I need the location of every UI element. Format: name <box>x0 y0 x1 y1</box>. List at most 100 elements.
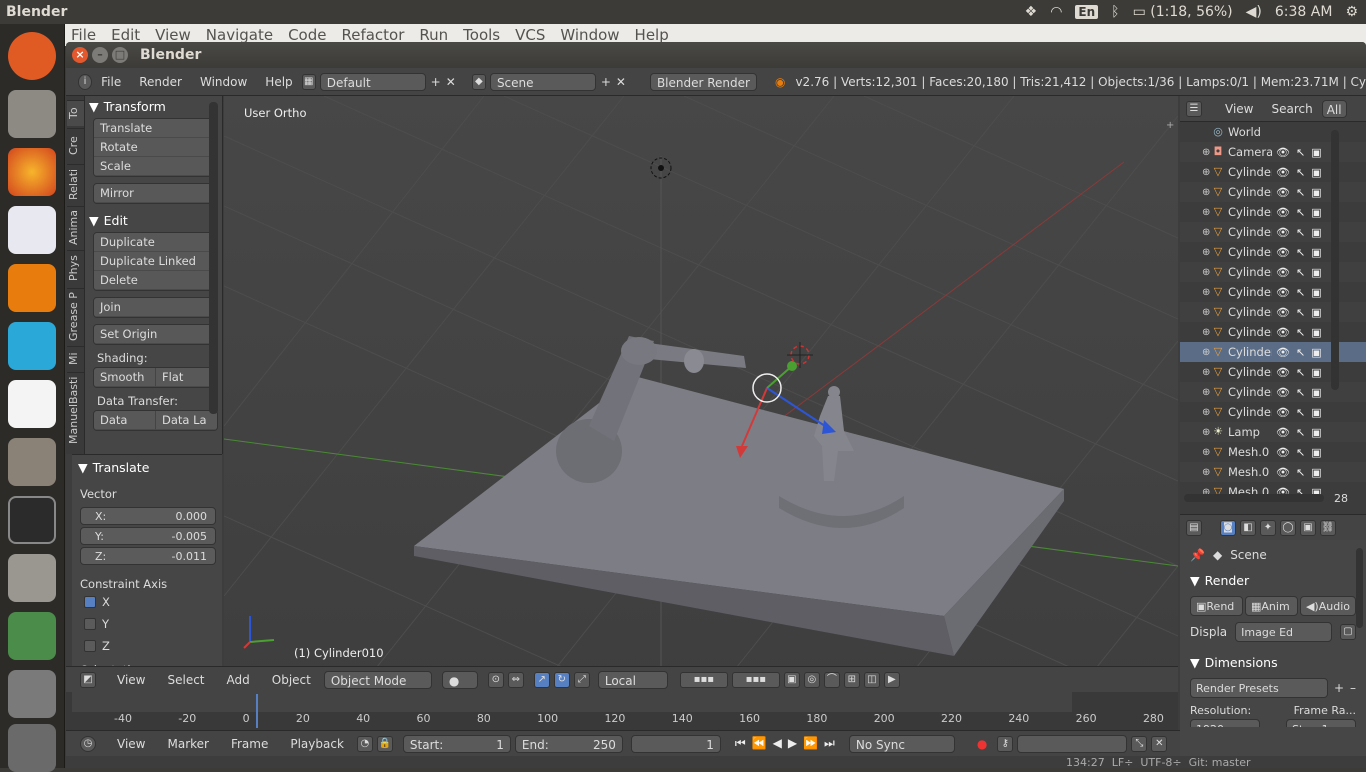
dropbox-icon[interactable]: ❖ <box>1025 4 1038 20</box>
terminal-icon[interactable] <box>8 496 56 544</box>
data-button[interactable]: Data <box>94 411 155 430</box>
lock-interface-icon[interactable]: ▢ <box>1340 624 1356 640</box>
outliner-h-scrollbar[interactable] <box>1184 494 1324 502</box>
remove-preset-icon[interactable]: – <box>1350 681 1356 695</box>
expand-icon[interactable]: ⊕ <box>1202 207 1210 218</box>
tl-menu-view[interactable]: View <box>108 737 154 751</box>
selectability-arrow-icon[interactable]: ↖ <box>1296 286 1305 299</box>
visibility-eye-icon[interactable]: 👁 <box>1276 426 1290 439</box>
files-2-icon[interactable] <box>8 554 56 602</box>
constraint-z-checkbox[interactable]: Z <box>72 635 222 657</box>
visibility-eye-icon[interactable]: 👁 <box>1276 286 1290 299</box>
renderability-camera-icon[interactable]: ▣ <box>1311 346 1321 359</box>
toolshelf-scrollbar[interactable] <box>209 102 218 414</box>
selectability-arrow-icon[interactable]: ↖ <box>1296 246 1305 259</box>
visibility-eye-icon[interactable]: 👁 <box>1276 266 1290 279</box>
vp-menu-select[interactable]: Select <box>158 673 213 687</box>
3d-viewport[interactable]: User Ortho (1) Cylinder010 + <box>224 96 1178 708</box>
vp-menu-view[interactable]: View <box>108 673 154 687</box>
selectability-arrow-icon[interactable]: ↖ <box>1296 306 1305 319</box>
world-tab-icon[interactable]: ◯ <box>1280 519 1296 536</box>
timeline-scrollbar[interactable] <box>72 692 1072 712</box>
slack-icon[interactable] <box>8 380 56 428</box>
snap-element-icon[interactable]: ⊞ <box>843 671 860 688</box>
expand-icon[interactable]: ⊕ <box>1202 227 1210 238</box>
renderability-camera-icon[interactable]: ▣ <box>1311 146 1321 159</box>
vp-menu-object[interactable]: Object <box>263 673 320 687</box>
rotate-manipulator-icon[interactable]: ↻ <box>553 671 570 688</box>
screen-layout-icon[interactable]: ▦ <box>301 73 316 90</box>
renderability-camera-icon[interactable]: ▣ <box>1311 386 1321 399</box>
selectability-arrow-icon[interactable]: ↖ <box>1296 166 1305 179</box>
expand-icon[interactable]: ⊕ <box>1202 427 1210 438</box>
expand-icon[interactable]: ⊕ <box>1202 267 1210 278</box>
add-scene-icon[interactable]: + <box>601 75 611 89</box>
renderability-camera-icon[interactable]: ▣ <box>1311 406 1321 419</box>
tab-misc[interactable]: Mi <box>67 346 84 370</box>
render-image-button[interactable]: ▣ Rend <box>1190 596 1243 616</box>
remove-scene-icon[interactable]: ✕ <box>616 75 626 89</box>
preview-range-icon[interactable]: ◔ <box>356 735 373 752</box>
tl-menu-frame[interactable]: Frame <box>222 737 277 751</box>
outliner-row[interactable]: ⊕ ▽ Mesh.0 👁 ↖ ▣ <box>1180 442 1366 462</box>
gimp-icon[interactable] <box>8 438 56 486</box>
expand-icon[interactable]: ⊕ <box>1202 347 1210 358</box>
outliner-row[interactable]: ⊕ ☀ Lamp 👁 ↖ ▣ <box>1180 422 1366 442</box>
info-menu-render[interactable]: Render <box>130 75 191 89</box>
set-origin-button[interactable]: Set Origin <box>94 325 217 344</box>
renderability-camera-icon[interactable]: ▣ <box>1311 306 1321 319</box>
opengl-render-animation-icon[interactable]: ▶ <box>883 671 900 688</box>
scene-icon[interactable]: ◆ <box>471 73 486 90</box>
expand-icon[interactable]: ⊕ <box>1202 367 1210 378</box>
visibility-eye-icon[interactable]: 👁 <box>1276 226 1290 239</box>
selectability-arrow-icon[interactable]: ↖ <box>1296 186 1305 199</box>
end-frame-field[interactable]: End: 250 <box>514 734 623 753</box>
ubuntu-dash-icon[interactable] <box>8 32 56 80</box>
render-audio-button[interactable]: ◀) Audio <box>1299 596 1356 616</box>
selectability-arrow-icon[interactable]: ↖ <box>1296 366 1305 379</box>
shading-mode-select[interactable]: ● <box>441 670 478 689</box>
editor-type-outliner-icon[interactable]: ☰ <box>1186 100 1202 117</box>
webstorm-icon[interactable] <box>8 322 56 370</box>
renderability-camera-icon[interactable]: ▣ <box>1311 246 1321 259</box>
join-button[interactable]: Join <box>94 298 217 317</box>
expand-panel-plus-icon[interactable]: + <box>1166 120 1174 131</box>
sync-mode-select[interactable]: No Sync <box>848 734 955 753</box>
tab-grease-pencil[interactable]: Grease P <box>67 288 84 344</box>
current-frame-field[interactable]: 1 <box>630 734 721 753</box>
start-frame-field[interactable]: Star: 1 <box>1286 719 1356 727</box>
translate-manipulator-icon[interactable]: ↗ <box>533 671 550 688</box>
flat-button[interactable]: Flat <box>155 368 217 387</box>
translate-button[interactable]: Translate <box>94 119 217 138</box>
renderability-camera-icon[interactable]: ▣ <box>1311 166 1321 179</box>
firefox-icon[interactable] <box>8 148 56 196</box>
minimize-button[interactable]: – <box>92 47 108 63</box>
opengl-render-icon[interactable]: ◫ <box>863 671 880 688</box>
delete-button[interactable]: Delete <box>94 271 217 290</box>
pivot-point-icon[interactable]: ⊙ <box>487 671 504 688</box>
render-animation-button[interactable]: ▦ Anim <box>1244 596 1298 616</box>
files-icon[interactable] <box>8 90 56 138</box>
renderability-camera-icon[interactable]: ▣ <box>1311 466 1321 479</box>
workspace-switcher-icon[interactable] <box>8 670 56 718</box>
vector-y-field[interactable]: Y: -0.005 <box>80 527 216 545</box>
record-keyframe-icon[interactable]: ● <box>977 737 987 751</box>
object-tab-icon[interactable]: ▣ <box>1300 519 1316 536</box>
transform-panel-header[interactable]: ▼ Transform <box>85 96 222 116</box>
visibility-eye-icon[interactable]: 👁 <box>1276 186 1290 199</box>
tab-tools[interactable]: To <box>67 100 84 126</box>
tab-create[interactable]: Cre <box>67 128 84 162</box>
selectability-arrow-icon[interactable]: ↖ <box>1296 226 1305 239</box>
renderability-camera-icon[interactable]: ▣ <box>1311 286 1321 299</box>
bluetooth-icon[interactable]: ᛒ <box>1111 4 1119 20</box>
renderability-camera-icon[interactable]: ▣ <box>1311 426 1321 439</box>
pin-icon[interactable]: 📌 <box>1190 548 1205 562</box>
tl-menu-playback[interactable]: Playback <box>281 737 353 751</box>
info-editor-icon[interactable]: i <box>78 73 93 90</box>
properties-scrollbar[interactable] <box>1356 548 1363 628</box>
add-layout-icon[interactable]: + <box>431 75 441 89</box>
selectability-arrow-icon[interactable]: ↖ <box>1296 406 1305 419</box>
texmaker-icon[interactable] <box>8 206 56 254</box>
renderability-camera-icon[interactable]: ▣ <box>1311 326 1321 339</box>
expand-icon[interactable]: ⊕ <box>1202 247 1210 258</box>
